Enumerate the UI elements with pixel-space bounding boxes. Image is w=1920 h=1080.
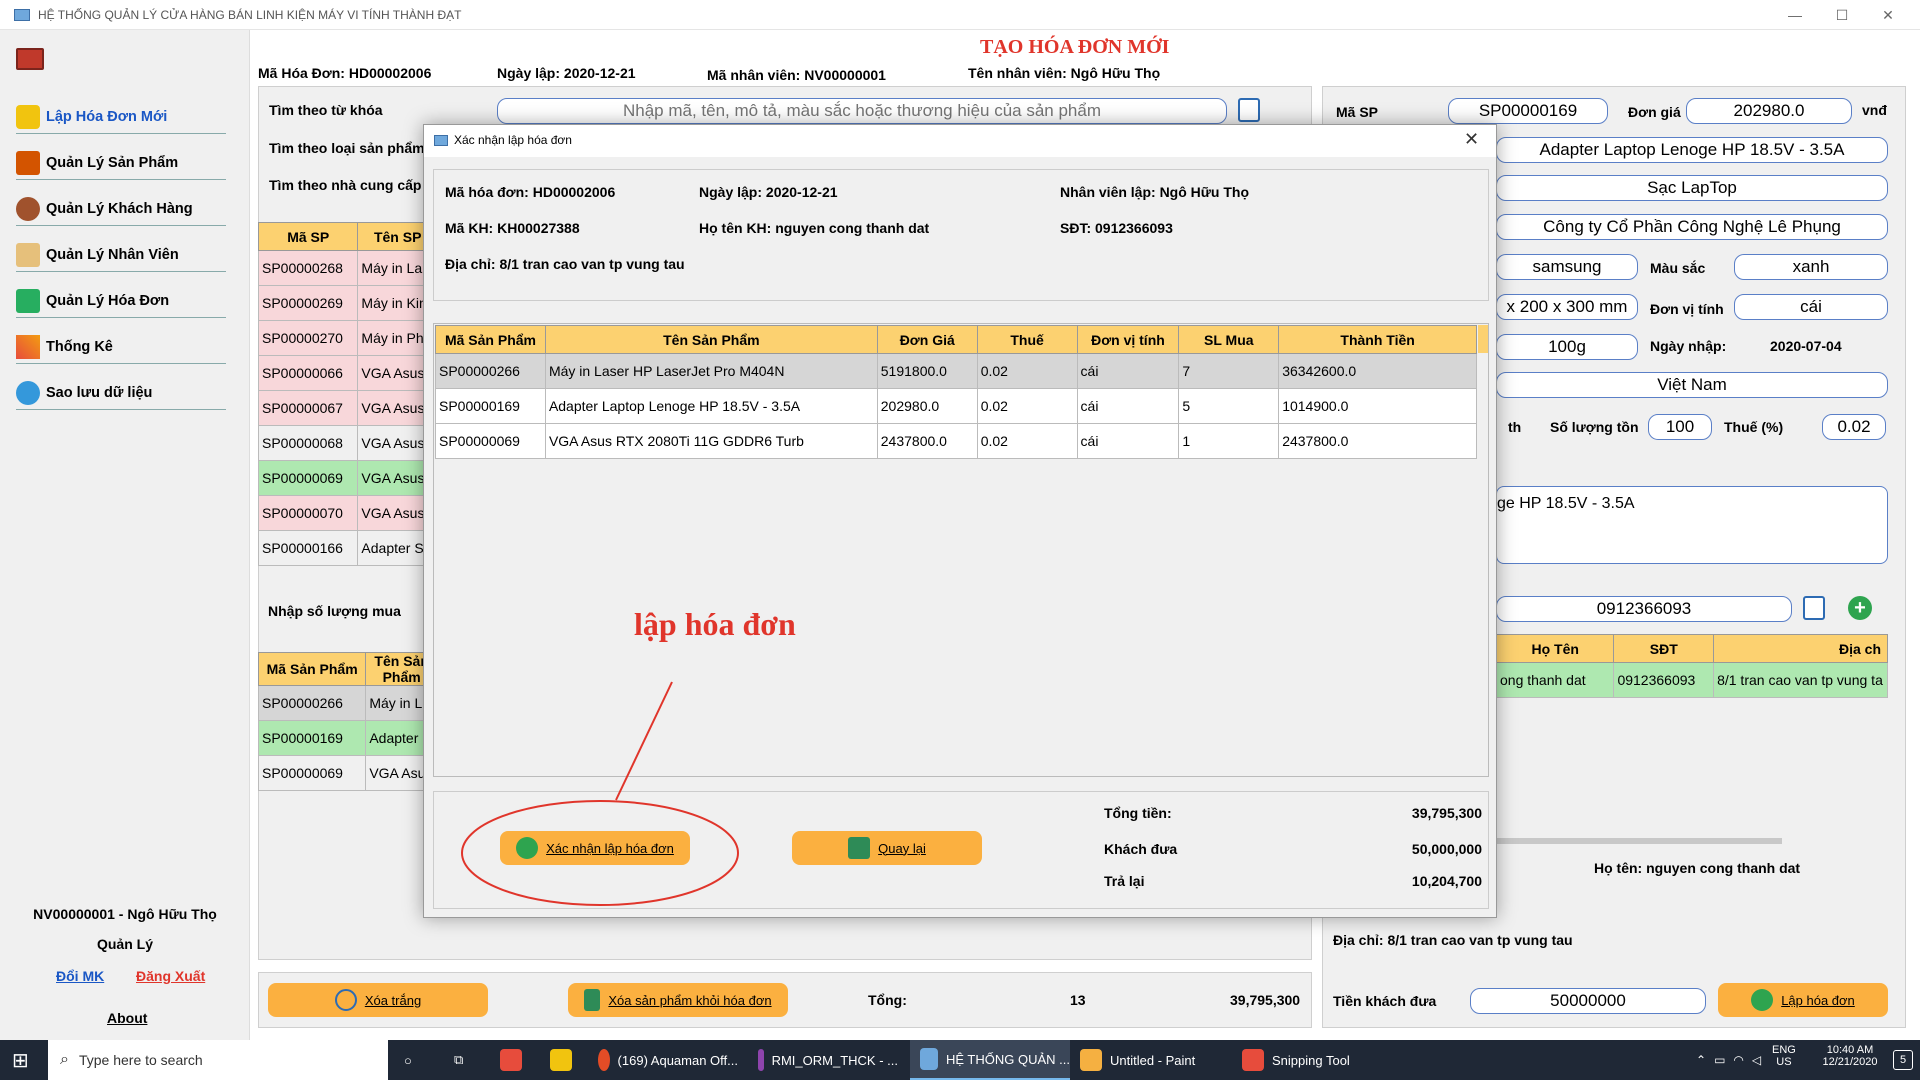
- clock[interactable]: 10:40 AM 12/21/2020: [1810, 1044, 1890, 1068]
- taskbar: ⊞ ⌕ Type here to search ○ ⧉ (169) Aquama…: [0, 1040, 1920, 1080]
- cortana-icon: ○: [404, 1052, 412, 1068]
- tray-chevron-icon: ⌃: [1696, 1053, 1707, 1067]
- wifi-icon: ◠: [1733, 1053, 1744, 1067]
- task-view-icon[interactable]: ⧉: [454, 1040, 463, 1080]
- taskbar-search-placeholder: Type here to search: [78, 1052, 203, 1068]
- paint-icon: [1080, 1049, 1102, 1071]
- lang-code: ENG: [1772, 1044, 1796, 1056]
- task-view-button[interactable]: ○: [404, 1040, 412, 1080]
- taskbar-app-label: Snipping Tool: [1272, 1052, 1350, 1068]
- annotation-circle: [461, 800, 739, 906]
- taskbar-app-label: RMI_ORM_THCK - ...: [771, 1052, 898, 1068]
- region-code: US: [1776, 1056, 1792, 1068]
- taskbar-app-chrome[interactable]: (169) Aquaman Off...: [598, 1040, 738, 1080]
- chrome-icon: [598, 1049, 610, 1071]
- taskbar-app-snipping[interactable]: Snipping Tool: [1242, 1040, 1382, 1080]
- taskbar-app-main[interactable]: HỆ THỐNG QUẢN ...: [910, 1040, 1070, 1080]
- taskbar-app-rmi[interactable]: RMI_ORM_THCK - ...: [758, 1040, 898, 1080]
- taskbar-app-label: (169) Aquaman Off...: [617, 1052, 738, 1068]
- taskbar-app-paint[interactable]: Untitled - Paint: [1080, 1040, 1220, 1080]
- scissors-icon: [1242, 1049, 1264, 1071]
- clock-date: 12/21/2020: [1822, 1056, 1878, 1068]
- windows-icon: ⊞: [12, 1049, 29, 1072]
- file-explorer[interactable]: [550, 1040, 572, 1080]
- lang-indicator[interactable]: ENG US: [1772, 1044, 1796, 1068]
- app-icon: [500, 1049, 522, 1071]
- annotation-overlay: [461, 681, 739, 906]
- start-button[interactable]: ⊞: [12, 1040, 29, 1080]
- battery-icon: ▭: [1714, 1053, 1726, 1067]
- folder-icon: [550, 1049, 572, 1071]
- pinned-app-1[interactable]: [500, 1040, 522, 1080]
- notification-icon[interactable]: 5: [1893, 1050, 1913, 1070]
- taskview-icon: ⧉: [454, 1052, 464, 1067]
- java-app-icon: [920, 1048, 938, 1070]
- taskbar-app-label: Untitled - Paint: [1110, 1052, 1196, 1068]
- annotation-arrow: [615, 681, 673, 801]
- tray-icons[interactable]: ⌃ ▭ ◠ ◁: [1696, 1040, 1761, 1080]
- taskbar-app-label: HỆ THỐNG QUẢN ...: [946, 1051, 1070, 1067]
- search-icon: ⌕: [60, 1051, 69, 1068]
- clock-time: 10:40 AM: [1826, 1044, 1874, 1056]
- ide-icon: [758, 1049, 764, 1071]
- taskbar-search[interactable]: ⌕ Type here to search: [48, 1040, 388, 1080]
- volume-icon: ◁: [1751, 1053, 1762, 1067]
